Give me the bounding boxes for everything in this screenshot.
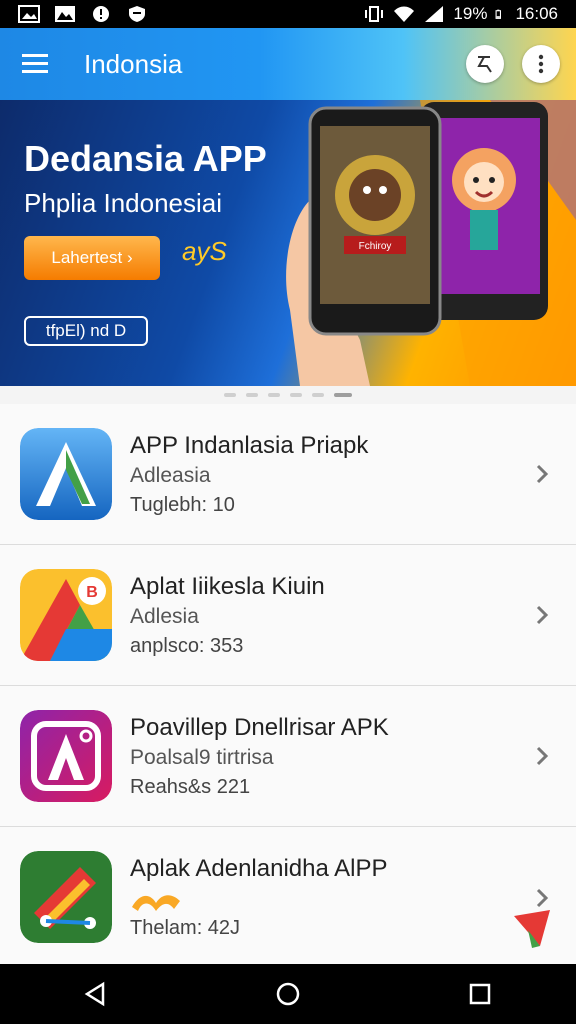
carousel-dot[interactable] (290, 393, 302, 397)
list-item[interactable]: Poavillep Dnellrisar APK Poalsal9 tirtri… (0, 686, 576, 827)
list-item[interactable]: B Aplat Iiikesla Kiuin Adlesia anplsco: … (0, 545, 576, 686)
promo-banner[interactable]: Dedansia APP Phplia Indonesiai Lahertest… (0, 100, 576, 386)
app-logo-a-purple-icon (20, 710, 112, 802)
app-name: Aplak Adenlanidha AlPP (130, 855, 388, 882)
image-icon (55, 6, 75, 22)
app-subtitle: Adleasia (130, 464, 211, 487)
app-title: Indonsia (84, 48, 183, 79)
app-meta: Thelam: 42J (130, 917, 241, 939)
app-subtitle: Adlesia (130, 605, 199, 628)
chevron-right-icon (536, 464, 549, 484)
brand-badge-icon (514, 910, 550, 948)
banner-outline-button[interactable]: tfpEl) nd D (24, 316, 148, 346)
chevron-right-icon (536, 605, 549, 625)
app-logo-a-colorful-icon: B (20, 569, 112, 661)
app-bar: Indonsia (0, 28, 576, 100)
list-item[interactable]: APP Indanlasia Priapk Adleasia Tuglebh: … (0, 404, 576, 545)
battery-level: 19% (453, 4, 488, 23)
clock: 16:06 (515, 4, 558, 23)
phone-screen-label: Fchiroy (359, 241, 392, 252)
signal-icon (425, 6, 444, 22)
app-meta: anplsco: 353 (130, 635, 244, 657)
svg-text:B: B (86, 584, 98, 601)
vibrate-icon (365, 6, 384, 22)
status-bar: 19% 16:06 (0, 0, 576, 28)
gallery-icon (18, 5, 40, 23)
system-nav-bar (0, 964, 576, 1024)
recents-icon[interactable] (467, 981, 493, 1007)
banner-tag: ayS (182, 236, 227, 266)
more-vertical-icon (538, 54, 544, 74)
home-icon[interactable] (275, 981, 301, 1007)
more-options-button[interactable] (522, 45, 560, 83)
app-subtitle: Poalsal9 tirtrisa (130, 746, 274, 769)
banner-cta-label: Lahertest (51, 248, 123, 267)
banner-phones-illustration: Fchiroy (286, 100, 576, 386)
banner-title: Dedansia APP (24, 138, 267, 179)
banner-subtitle: Phplia Indonesiai (24, 188, 223, 218)
app-list: APP Indanlasia Priapk Adleasia Tuglebh: … (0, 404, 576, 968)
carousel-indicator[interactable] (0, 386, 576, 404)
menu-button[interactable] (0, 28, 72, 100)
hamburger-icon (22, 54, 48, 73)
app-meta: Tuglebh: 10 (130, 494, 235, 516)
alert-icon (93, 6, 109, 22)
wifi-icon (394, 6, 415, 22)
carousel-dot[interactable] (224, 393, 236, 397)
chevron-right-icon (536, 746, 549, 766)
carousel-dot-active[interactable] (334, 393, 352, 397)
app-meta: Reahs&s 221 (130, 776, 251, 798)
back-icon[interactable] (83, 981, 109, 1007)
app-name: Poavillep Dnellrisar APK (130, 714, 389, 741)
rating-swoosh-icon (132, 895, 180, 911)
share-icon (477, 56, 492, 73)
app-logo-ruler-icon (20, 851, 112, 943)
app-logo-a-blue-icon (20, 428, 112, 520)
battery-icon (495, 9, 502, 19)
app-name: Aplat Iiikesla Kiuin (130, 573, 325, 600)
carousel-dot[interactable] (246, 393, 258, 397)
banner-cta-button[interactable]: Lahertest › (24, 236, 160, 280)
list-item[interactable]: Aplak Adenlanidha AlPP Thelam: 42J (0, 827, 576, 968)
carousel-dot[interactable] (268, 393, 280, 397)
app-name: APP Indanlasia Priapk (130, 432, 369, 459)
carousel-dot[interactable] (312, 393, 324, 397)
shield-icon (129, 6, 145, 22)
share-button[interactable] (466, 45, 504, 83)
